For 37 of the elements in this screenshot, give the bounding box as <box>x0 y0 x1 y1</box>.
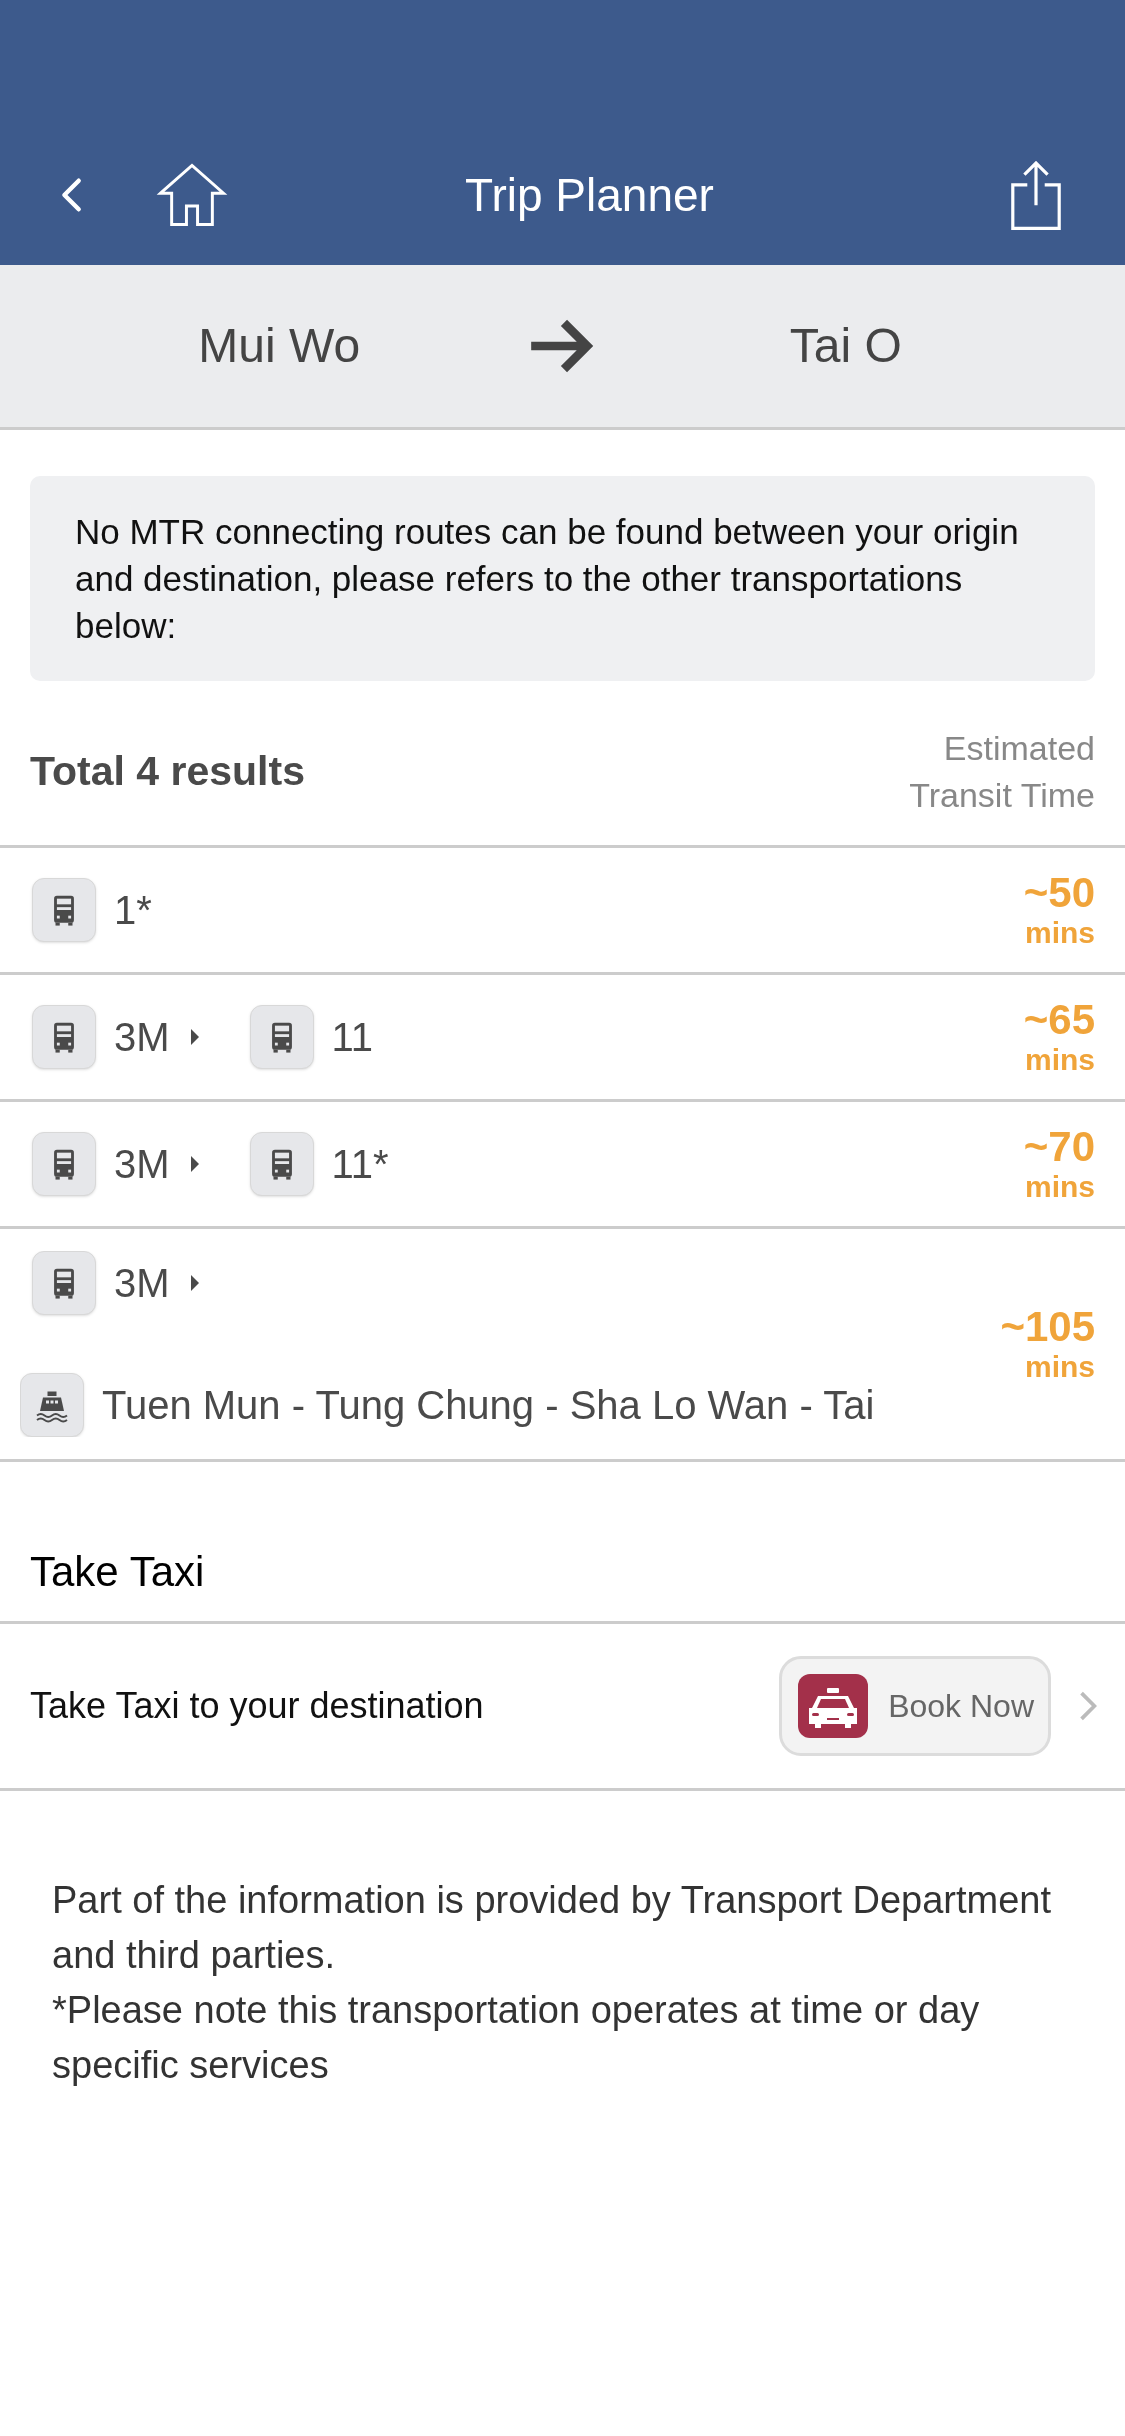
route-number: 1* <box>114 887 152 934</box>
transit-time: ~50 <box>1023 870 1095 916</box>
route-option[interactable]: 3M Tuen Mun - Tung Chung - Sha Lo Wan - Tai ~105 mins <box>0 1229 1125 1462</box>
caret-icon <box>189 1027 200 1047</box>
time-unit: mins <box>1024 1170 1095 1204</box>
section-heading: Take Taxi <box>30 1548 205 1595</box>
notice-text: No MTR connecting routes can be found between your origin and destination, please refers to the other transportations below: <box>75 511 1020 647</box>
taxi-row[interactable]: Take Taxi to your destination Book Now <box>0 1621 1125 1791</box>
book-now-button[interactable]: Book Now <box>779 1656 1051 1756</box>
time-unit: mins <box>1024 916 1095 950</box>
transit-time: ~65 <box>1023 997 1095 1043</box>
caret-icon <box>189 1154 200 1174</box>
route-number: 3M <box>114 1260 170 1307</box>
route-option[interactable]: 3M 11* ~70 mins <box>0 1102 1125 1229</box>
page-title: Trip Planner <box>465 167 714 223</box>
chevron-icon <box>1079 1691 1097 1721</box>
origin-station: Mui Wo <box>198 318 361 374</box>
footnote-text: Part of the information is provided by Transport Department and third parties. <box>52 1878 1053 1978</box>
route-number: Tuen Mun - Tung Chung - Sha Lo Wan - Tai <box>102 1382 875 1429</box>
time-label: Estimated Transit Time <box>908 728 1095 816</box>
destination-station: Tai O <box>789 318 902 374</box>
transit-time: ~70 <box>1023 1124 1095 1170</box>
caret-icon <box>189 1273 200 1293</box>
transit-time: ~105 <box>1000 1304 1095 1350</box>
route-number: 3M <box>114 1014 170 1061</box>
route-number: 11* <box>331 1141 389 1188</box>
results-count: Total 4 results <box>30 747 305 797</box>
taxi-label: Take Taxi to your destination <box>30 1684 485 1728</box>
route-number: 3M <box>114 1141 170 1188</box>
footnote-text: *Please note this transportation operates at time or day specific services <box>52 1988 981 2088</box>
route-option[interactable]: 3M 11 ~65 mins <box>0 975 1125 1102</box>
route-number: 11 <box>331 1014 374 1061</box>
taxi-icon <box>798 1674 869 1738</box>
time-unit: mins <box>1024 1043 1095 1077</box>
back-icon[interactable] <box>60 177 82 213</box>
time-unit: mins <box>1024 1350 1095 1384</box>
route-option[interactable]: 1* ~50 mins <box>0 848 1125 975</box>
